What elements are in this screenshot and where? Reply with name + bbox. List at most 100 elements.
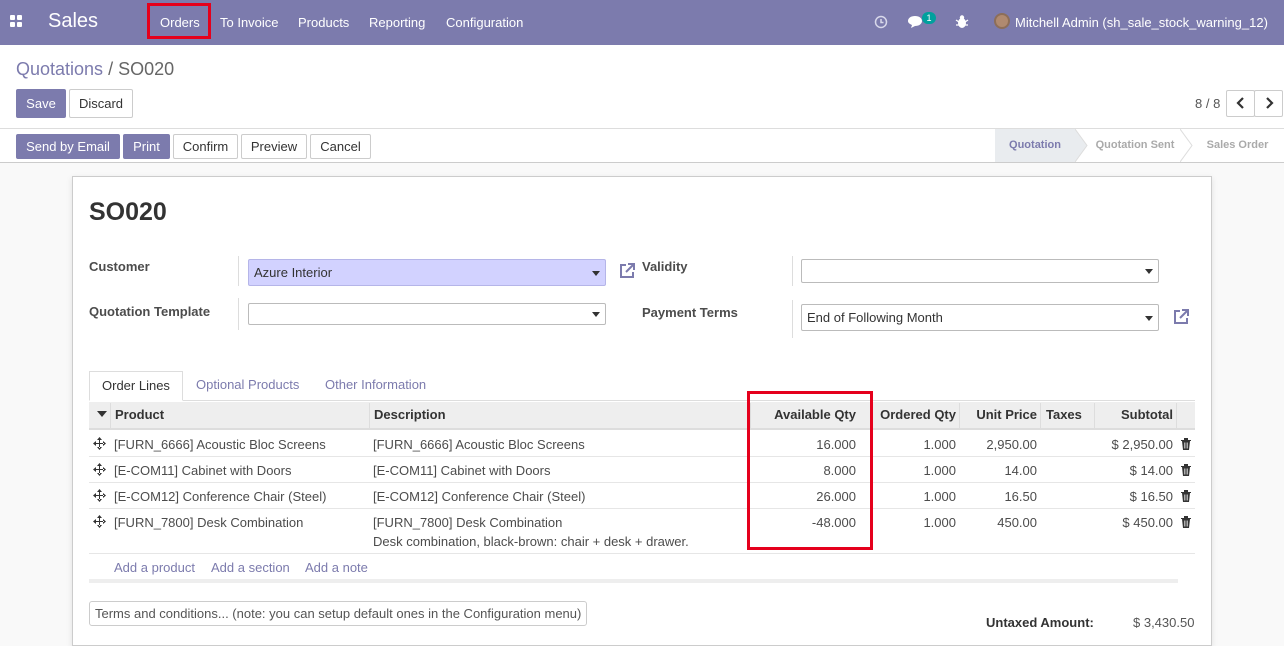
chevron-right-icon <box>1265 97 1274 109</box>
debug-bug-icon[interactable] <box>955 14 969 29</box>
tab-other-information[interactable]: Other Information <box>325 371 426 401</box>
row-ordered-qty[interactable]: 1.000 <box>872 489 956 504</box>
row-ordered-qty[interactable]: 1.000 <box>872 463 956 478</box>
chevron-down-icon <box>1145 316 1153 321</box>
row-product[interactable]: [E-COM11] Cabinet with Doors <box>114 463 292 478</box>
customer-select[interactable]: Azure Interior <box>248 259 606 286</box>
row-description[interactable]: [FURN_7800] Desk Combination <box>373 515 562 530</box>
preview-button[interactable]: Preview <box>241 134 307 159</box>
breadcrumb-quotations-link[interactable]: Quotations <box>16 59 103 79</box>
activity-clock-icon[interactable] <box>874 15 888 29</box>
external-link-icon[interactable] <box>1172 308 1190 326</box>
order-title: SO020 <box>89 198 167 226</box>
field-divider <box>238 298 239 330</box>
row-product[interactable]: [FURN_6666] Acoustic Bloc Screens <box>114 437 326 452</box>
drag-handle-icon[interactable] <box>93 515 106 528</box>
confirm-button[interactable]: Confirm <box>173 134 238 159</box>
breadcrumb-separator: / <box>108 59 114 79</box>
pager-previous-button[interactable] <box>1226 90 1255 117</box>
column-product[interactable]: Product <box>115 407 164 422</box>
customer-value: Azure Interior <box>254 265 333 280</box>
user-menu[interactable]: Mitchell Admin (sh_sale_stock_warning_12… <box>1015 15 1268 30</box>
apps-menu-icon[interactable] <box>10 15 22 27</box>
tab-order-lines[interactable]: Order Lines <box>89 371 183 401</box>
row-description[interactable]: [E-COM11] Cabinet with Doors <box>373 463 551 478</box>
trash-icon[interactable] <box>1181 438 1191 450</box>
trash-icon[interactable] <box>1181 516 1191 528</box>
row-description[interactable]: [E-COM12] Conference Chair (Steel) <box>373 489 585 504</box>
save-button[interactable]: Save <box>16 89 66 118</box>
field-divider <box>792 256 793 286</box>
menu-products[interactable]: Products <box>298 15 349 30</box>
row-product[interactable]: [E-COM12] Conference Chair (Steel) <box>114 489 326 504</box>
customer-label: Customer <box>89 259 150 274</box>
row-description[interactable]: [FURN_6666] Acoustic Bloc Screens <box>373 437 585 452</box>
payment-terms-select[interactable]: End of Following Month <box>801 304 1159 331</box>
row-unit-price[interactable]: 2,950.00 <box>962 437 1037 452</box>
row-description-detail[interactable]: Desk combination, black-brown: chair + d… <box>373 534 689 549</box>
column-taxes[interactable]: Taxes <box>1046 407 1082 422</box>
column-separator <box>959 403 960 429</box>
print-button[interactable]: Print <box>123 134 170 159</box>
sort-caret-icon[interactable] <box>97 411 107 418</box>
column-separator <box>110 403 111 429</box>
row-subtotal: $ 16.50 <box>1129 489 1173 504</box>
row-unit-price[interactable]: 450.00 <box>962 515 1037 530</box>
app-brand[interactable]: Sales <box>48 10 98 33</box>
column-separator <box>369 403 370 429</box>
row-ordered-qty[interactable]: 1.000 <box>872 437 956 452</box>
send-by-email-button[interactable]: Send by Email <box>16 134 120 159</box>
field-divider <box>792 300 793 338</box>
trash-icon[interactable] <box>1181 490 1191 502</box>
discard-button[interactable]: Discard <box>69 89 133 118</box>
column-description[interactable]: Description <box>374 407 446 422</box>
menu-reporting[interactable]: Reporting <box>369 15 425 30</box>
validity-field[interactable] <box>801 259 1159 283</box>
add-product-link[interactable]: Add a product <box>114 560 195 575</box>
messages-count-badge: 1 <box>922 12 936 24</box>
row-subtotal: $ 2,950.00 <box>1111 437 1173 452</box>
pager-value: 8 / 8 <box>1195 96 1221 111</box>
status-quotation: Quotation <box>995 129 1075 162</box>
column-separator <box>1094 403 1095 429</box>
breadcrumb: Quotations / SO020 <box>16 59 174 80</box>
row-unit-price[interactable]: 14.00 <box>962 463 1037 478</box>
tab-optional-products[interactable]: Optional Products <box>196 371 299 401</box>
chevron-down-icon <box>592 312 600 317</box>
payment-terms-value: End of Following Month <box>807 310 943 325</box>
status-quotation-sent[interactable]: Quotation Sent <box>1090 129 1180 162</box>
user-avatar[interactable] <box>994 13 1010 29</box>
validity-label: Validity <box>642 259 688 274</box>
orders-highlight-box <box>147 3 211 39</box>
menu-configuration[interactable]: Configuration <box>446 15 523 30</box>
messages-chat-icon[interactable] <box>907 15 923 29</box>
terms-conditions-field[interactable]: Terms and conditions... (note: you can s… <box>89 601 587 626</box>
trash-icon[interactable] <box>1181 464 1191 476</box>
chevron-left-icon <box>1235 97 1244 109</box>
add-note-link[interactable]: Add a note <box>305 560 368 575</box>
pager-next-button[interactable] <box>1254 90 1283 117</box>
row-product[interactable]: [FURN_7800] Desk Combination <box>114 515 303 530</box>
column-subtotal[interactable]: Subtotal <box>1097 407 1173 422</box>
chevron-down-icon <box>592 271 600 276</box>
drag-handle-icon[interactable] <box>93 437 106 450</box>
add-section-link[interactable]: Add a section <box>211 560 290 575</box>
row-subtotal: $ 14.00 <box>1129 463 1173 478</box>
breadcrumb-current: SO020 <box>118 59 175 79</box>
row-ordered-qty[interactable]: 1.000 <box>872 515 956 530</box>
cancel-button[interactable]: Cancel <box>310 134 371 159</box>
quotation-template-select[interactable] <box>248 303 606 325</box>
quotation-template-label: Quotation Template <box>89 304 211 319</box>
row-unit-price[interactable]: 16.50 <box>962 489 1037 504</box>
horizontal-scrollbar[interactable] <box>89 579 1178 583</box>
menu-to-invoice[interactable]: To Invoice <box>220 15 279 30</box>
status-arrow-icon <box>1075 129 1088 162</box>
external-link-icon[interactable] <box>618 262 636 280</box>
status-sales-order[interactable]: Sales Order <box>1195 129 1280 162</box>
field-divider <box>238 256 239 286</box>
drag-handle-icon[interactable] <box>93 463 106 476</box>
column-separator <box>1040 403 1041 429</box>
column-unit-price[interactable]: Unit Price <box>962 407 1037 422</box>
column-ordered-qty[interactable]: Ordered Qty <box>872 407 956 422</box>
drag-handle-icon[interactable] <box>93 489 106 502</box>
